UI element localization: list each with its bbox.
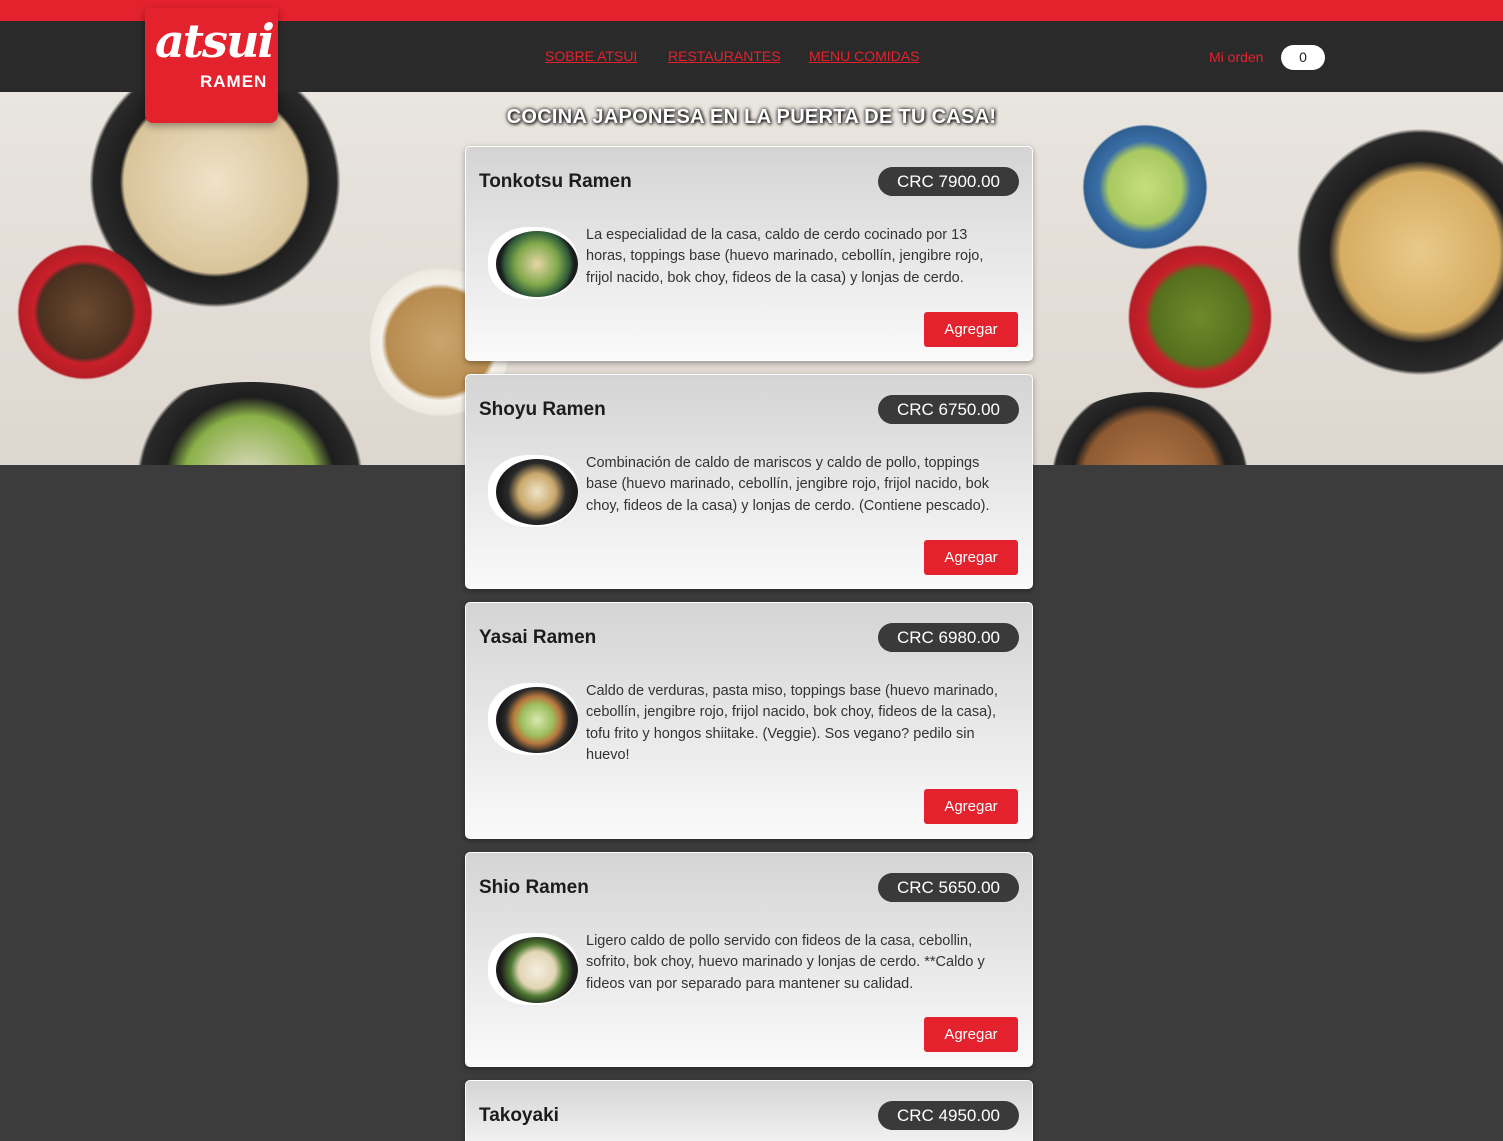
hero-food-image [1030, 392, 1270, 465]
menu-item-name: Tonkotsu Ramen [479, 171, 632, 192]
menu-item-photo [488, 683, 578, 755]
hero-food-image [1290, 102, 1503, 402]
menu-item-card: Shoyu Ramen CRC 6750.00 Combinación de c… [465, 374, 1033, 589]
menu-item-description: Ligero caldo de pollo servido con fideos… [586, 933, 985, 992]
menu-item-card: Shio Ramen CRC 5650.00 Ligero caldo de p… [465, 852, 1033, 1067]
menu-item-photo [488, 227, 578, 299]
menu-item-price: CRC 6980.00 [878, 623, 1019, 652]
nav-link-sobre-atsui[interactable]: SOBRE ATSUI [545, 48, 637, 64]
order-label[interactable]: Mi orden [1209, 49, 1263, 65]
logo-wordmark: atsui [155, 14, 275, 68]
menu-item-name: Takoyaki [479, 1105, 559, 1126]
add-to-order-button[interactable]: Agregar [924, 789, 1018, 824]
nav-link-restaurantes[interactable]: RESTAURANTES [668, 48, 781, 64]
nav-link-menu-comidas[interactable]: MENU COMIDAS [809, 48, 919, 64]
hero-food-image [90, 382, 410, 465]
add-to-order-button[interactable]: Agregar [924, 1017, 1018, 1052]
menu-item-price: CRC 6750.00 [878, 395, 1019, 424]
menu-item-name: Shio Ramen [479, 877, 589, 898]
logo-subtitle: RAMEN [200, 72, 268, 91]
menu-item-name: Shoyu Ramen [479, 399, 606, 420]
add-to-order-button[interactable]: Agregar [924, 540, 1018, 575]
brand-logo[interactable]: atsui RAMEN [145, 8, 278, 123]
order-count-badge[interactable]: 0 [1281, 45, 1325, 70]
menu-item-price: CRC 4950.00 [878, 1101, 1019, 1130]
hero-food-image [10, 242, 160, 382]
hero-food-image [1125, 242, 1275, 392]
menu-item-card: Takoyaki CRC 4950.00 [465, 1080, 1033, 1141]
menu-item-photo [488, 933, 578, 1005]
hero-food-image [1080, 122, 1210, 252]
add-to-order-button[interactable]: Agregar [924, 312, 1018, 347]
menu-item-description: Combinación de caldo de mariscos y caldo… [586, 455, 990, 514]
menu-item-card: Tonkotsu Ramen CRC 7900.00 La especialid… [465, 146, 1033, 361]
menu-item-description: Caldo de verduras, pasta miso, toppings … [586, 683, 998, 763]
menu-item-price: CRC 7900.00 [878, 167, 1019, 196]
menu-item-price: CRC 5650.00 [878, 873, 1019, 902]
menu-item-name: Yasai Ramen [479, 627, 597, 648]
menu-item-description: La especialidad de la casa, caldo de cer… [586, 227, 984, 286]
menu-item-card: Yasai Ramen CRC 6980.00 Caldo de verdura… [465, 602, 1033, 839]
menu-item-photo [488, 455, 578, 527]
